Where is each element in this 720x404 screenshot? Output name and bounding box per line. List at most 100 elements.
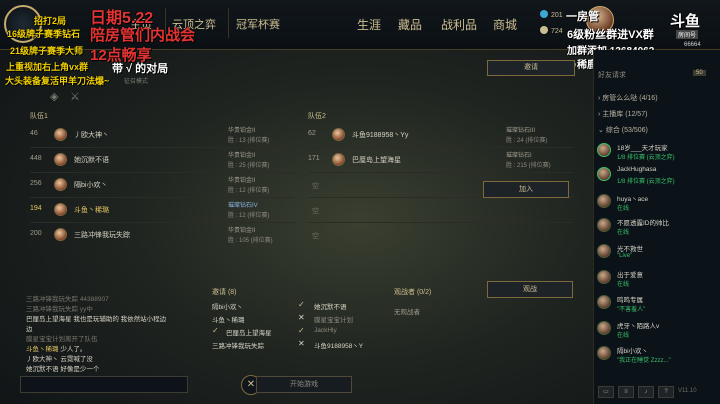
declined-icon: ✕ bbox=[298, 313, 305, 322]
invitee-name: 三路冲锋我玩失踪 bbox=[212, 343, 264, 350]
friend-status: "不害羞人" bbox=[617, 307, 646, 313]
friend-item[interactable]: 虎牙丶陌路人v 在线 bbox=[597, 318, 717, 343]
invite-row: 隔bi小欢丶 ✓ 她沉默不语 bbox=[212, 300, 382, 313]
chat-message: 丿欧大神丶 云霓喊了没 bbox=[26, 356, 93, 363]
row-divider bbox=[308, 222, 573, 223]
overlay-line-3: 上重视加右上角vx群 bbox=[6, 62, 89, 72]
help-button[interactable]: ? bbox=[658, 386, 674, 398]
overlay-line-5: 带 √ 的对局 bbox=[112, 63, 169, 75]
chat-input[interactable] bbox=[20, 376, 188, 393]
friend-item[interactable]: 不愿透露ID的帅比 在线 bbox=[597, 215, 717, 241]
nav-collection[interactable]: 藏品 bbox=[398, 16, 422, 33]
client-version: V11.10 bbox=[678, 388, 697, 394]
player-rank: 璀璨钻石III bbox=[506, 128, 536, 134]
nav-loot[interactable]: 战利品 bbox=[441, 16, 477, 33]
player-name: 斗鱼9188958丶Yy bbox=[352, 132, 409, 139]
group-header[interactable]: › 房管么么哒 (4/16) bbox=[598, 93, 658, 103]
team1-player-row[interactable]: 200 三路冲锋我玩失踪 华贵铂金II 胜 : 105 (排位赛) bbox=[30, 225, 295, 245]
friend-item[interactable]: 出于爱意 在线 bbox=[597, 267, 717, 292]
invite-button[interactable]: 邀请 bbox=[487, 60, 575, 76]
friend-status: "Live" bbox=[617, 253, 633, 259]
voice-button[interactable]: ♪ bbox=[638, 386, 654, 398]
player-level: 256 bbox=[30, 180, 42, 187]
friend-name: 隔bi小欢丶 bbox=[617, 348, 649, 355]
player-wins: 胜 : 24 (排位赛) bbox=[506, 138, 548, 144]
player-name: 隔bi小欢丶 bbox=[74, 182, 108, 189]
team1-player-row[interactable]: 46 丿欧大神丶 华贵铂金II 胜 : 13 (排位赛) bbox=[30, 125, 295, 145]
friend-name: 虎牙丶陌路人v bbox=[617, 323, 660, 330]
friend-name: 光不救世 bbox=[617, 246, 643, 253]
team2-player-row[interactable]: 171 巴厘岛上望海星 璀璨钻石I 胜 : 215 (排位赛) bbox=[308, 150, 573, 170]
row-divider bbox=[30, 222, 295, 223]
team1-player-row[interactable]: 448 她沉默不语 华贵铂金II 胜 : 25 (排位赛) bbox=[30, 150, 295, 170]
riot-points: 724 bbox=[540, 26, 563, 35]
friend-avatar bbox=[597, 270, 611, 284]
accepted-icon: ✓ bbox=[212, 326, 219, 335]
chat-icon: ▭ bbox=[603, 389, 609, 395]
friend-avatar bbox=[597, 346, 611, 360]
player-name: 三路冲锋我玩失踪 bbox=[74, 232, 130, 239]
start-game-button[interactable]: 开始游戏 bbox=[256, 376, 352, 393]
group-header[interactable]: ⌄ 综合 (53/506) bbox=[598, 125, 648, 135]
player-wins: 胜 : 25 (排位赛) bbox=[228, 163, 270, 169]
nav-store[interactable]: 商城 bbox=[493, 16, 517, 33]
friend-item[interactable]: 光不救世 "Live" bbox=[597, 241, 717, 267]
player-name: 她沉默不语 bbox=[74, 157, 109, 164]
player-name: 丿欧大神丶 bbox=[74, 132, 109, 139]
chat-message: 膜星宝宝计划离开了队伍 bbox=[26, 336, 98, 343]
mode-icon: ⚔ bbox=[70, 91, 80, 103]
chat-bubble-button[interactable]: ▭ bbox=[598, 386, 614, 398]
team2-empty-slot[interactable]: 空 bbox=[308, 225, 573, 245]
friend-item[interactable]: 鸣鸣专属 "不害羞人" bbox=[597, 292, 717, 318]
friend-requests-label[interactable]: 好友请求 bbox=[598, 70, 626, 80]
friend-item[interactable]: 隔bi小欢丶 "我正在睡觉 Zzzz..." bbox=[597, 343, 717, 367]
nav-champion-cup[interactable]: 冠军杯赛 bbox=[236, 16, 280, 32]
row-divider bbox=[30, 147, 295, 148]
social-sidebar: 好友请求 50 › 房管么么哒 (4/16) › 主播库 (12/57) ⌄ 综… bbox=[593, 50, 720, 404]
team1-list: 46 丿欧大神丶 华贵铂金II 胜 : 13 (排位赛) 448 她沉默不语 华… bbox=[30, 125, 295, 245]
team2-player-row[interactable]: 62 斗鱼9188958丶Yy 璀璨钻石III 胜 : 24 (排位赛) bbox=[308, 125, 573, 145]
spectate-button[interactable]: 观战 bbox=[487, 281, 573, 298]
friend-name: JackHughasa bbox=[617, 166, 657, 173]
overlay-room-number: 66664 bbox=[684, 42, 701, 48]
lobby-chat-log: 三路冲锋我玩失踪 44388907 三路冲锋我玩失踪 yy中 巴厘岛上望海星 我… bbox=[26, 293, 191, 373]
player-avatar bbox=[332, 153, 345, 166]
team2-empty-slot[interactable]: 空 bbox=[308, 200, 573, 220]
overlay-line-4: 大头装备复活甲羊刀法爆~ bbox=[5, 76, 110, 86]
row-divider bbox=[308, 147, 573, 148]
overlay-line-1: 16级牌子赛季钻石 bbox=[7, 29, 81, 39]
invites-title: 邀请 (8) bbox=[212, 289, 237, 296]
friend-item[interactable]: huya丶ace 在线 bbox=[597, 191, 717, 215]
chevron-right-icon: › bbox=[598, 111, 601, 118]
friend-item[interactable]: JackHughasa 1/8 排位赛 (云顶之弈) bbox=[597, 164, 717, 191]
list-icon: ≡ bbox=[624, 389, 628, 395]
invitee-name: 隔bi小欢丶 bbox=[212, 304, 244, 311]
overlay-service: 陪房管们内战会 bbox=[90, 27, 196, 44]
player-wins: 胜 : 13 (排位赛) bbox=[228, 138, 270, 144]
nav-career[interactable]: 生涯 bbox=[357, 16, 381, 33]
team1-player-row-self[interactable]: 194 斗鱼丶稀璐 璀璨钻石IV 胜 : 12 (排位赛) bbox=[30, 200, 295, 220]
chevron-down-icon: ⌄ bbox=[598, 127, 604, 134]
friend-item[interactable]: 18岁___天才玩家 1/8 排位赛 (云顶之弈) bbox=[597, 140, 717, 164]
player-level: 200 bbox=[30, 230, 42, 237]
empty-slot-label: 空 bbox=[312, 233, 319, 240]
friend-avatar bbox=[597, 218, 611, 232]
group-header[interactable]: › 主播库 (12/57) bbox=[598, 109, 647, 119]
overlay-admin: 一房管 bbox=[566, 11, 599, 23]
accepted-icon: ✓ bbox=[298, 326, 305, 335]
chat-message: 三路冲锋我玩失踪 44388907 bbox=[26, 296, 109, 303]
invitee-name: JackHly bbox=[314, 327, 337, 334]
player-rank: 华贵铂金II bbox=[228, 228, 256, 234]
team1-player-row[interactable]: 256 隔bi小欢丶 华贵铂金II 胜 : 12 (排位赛) bbox=[30, 175, 295, 195]
join-team2-button[interactable]: 加入 bbox=[483, 181, 569, 198]
player-wins: 胜 : 12 (排位赛) bbox=[228, 188, 270, 194]
player-rank: 璀璨钻石IV bbox=[228, 203, 258, 209]
row-divider bbox=[30, 172, 295, 173]
missions-button[interactable]: ≡ bbox=[618, 386, 634, 398]
player-avatar bbox=[54, 228, 67, 241]
friend-name: 鸣鸣专属 bbox=[617, 297, 643, 304]
invite-row: ✓ 巴厘岛上望海星 ✓ JackHly bbox=[212, 326, 382, 339]
help-icon: ? bbox=[664, 389, 668, 395]
chat-message: 她沉默不语 好像是少一个 bbox=[26, 366, 100, 373]
overlay-brand: 斗鱼 bbox=[670, 13, 701, 30]
